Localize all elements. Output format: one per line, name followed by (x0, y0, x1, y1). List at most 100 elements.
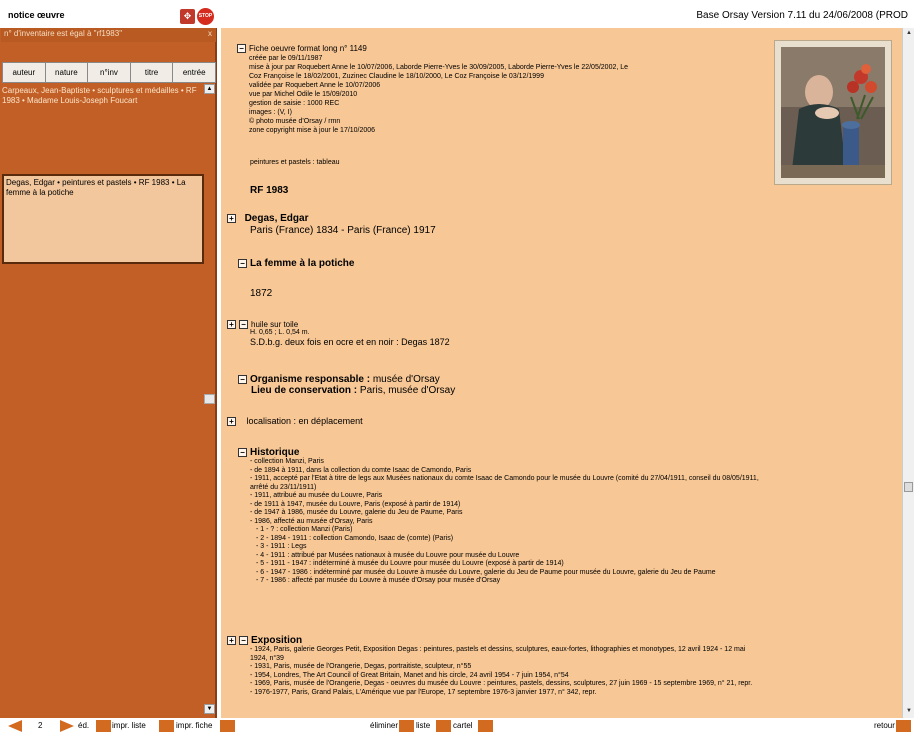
history-subitem: - 6 - 1947 - 1986 : indéterminé par musé… (256, 568, 716, 576)
exhibition-item: - 1924, Paris, galerie Georges Petit, Ex… (250, 646, 746, 653)
window-title: notice œuvre (8, 10, 65, 20)
collapse-icon[interactable]: − (238, 374, 247, 384)
back-square-icon[interactable] (896, 720, 911, 732)
technique-section: + − huile sur toile H. 0,65 ; L. 0,54 m. S… (227, 320, 727, 347)
edit-button[interactable]: éd. (78, 720, 89, 731)
splitter-handle[interactable] (204, 394, 215, 404)
history-item: - de 1894 à 1911, dans la collection du … (250, 466, 472, 474)
expand-icon[interactable]: + (227, 320, 236, 330)
navigation-icon[interactable]: ✥ (180, 9, 195, 24)
title-bar: notice œuvre ✥ STOP Base Orsay Version 7… (0, 0, 914, 28)
scroll-down-icon[interactable]: ▼ (904, 706, 914, 716)
search-sidebar: n° d'inventaire est égal à "rf1983" x au… (0, 28, 217, 718)
label-button[interactable]: cartel (453, 720, 473, 731)
stop-icon[interactable]: STOP (197, 8, 214, 25)
history-subitem: - 3 - 1911 : Legs (256, 543, 307, 550)
dimensions: H. 0,65 ; L. 0,54 m. (250, 329, 310, 337)
list-button[interactable]: liste (416, 720, 430, 731)
meta-line: mise à jour par Roquebert Anne le 10/07/… (249, 64, 629, 71)
print-record-square-icon[interactable] (220, 720, 235, 732)
collapse-icon[interactable]: − (237, 44, 246, 54)
work-date: 1872 (250, 288, 273, 299)
expand-icon[interactable]: + (227, 213, 236, 223)
lieu-label: Lieu de conservation : (251, 385, 358, 396)
search-query-text: n° d'inventaire est égal à "rf1983" (4, 29, 123, 38)
work-title: − La femme à la potiche (238, 258, 354, 269)
bottom-toolbar: 2 éd. impr. liste impr. fiche éliminer l… (0, 718, 914, 733)
result-item[interactable]: Carpeaux, Jean-Baptiste • sculptures et … (0, 84, 216, 174)
artist-section: + Degas, Edgar Paris (France) 1834 - Par… (227, 213, 727, 236)
print-record-button[interactable]: impr. fiche (176, 720, 212, 731)
search-query[interactable]: n° d'inventaire est égal à "rf1983" x (1, 28, 216, 42)
history-item: - 1986, affecté au musée d'Orsay, Paris (250, 517, 373, 525)
collapse-icon[interactable]: − (238, 447, 247, 457)
exhibition-item: - 1976-1977, Paris, Grand Palais, L'Amér… (250, 688, 597, 696)
scroll-up-icon[interactable]: ▲ (904, 28, 914, 38)
edit-square-icon[interactable] (96, 720, 111, 732)
expand-icon[interactable]: + (227, 635, 236, 645)
meta-line: validée par Roquebert Anne le 10/07/2006 (249, 82, 381, 89)
lieu-value: Paris, musée d'Orsay (359, 385, 456, 396)
scroll-up-icon[interactable]: ▲ (204, 84, 215, 94)
sort-tabs: auteur nature n°inv titre entrée (2, 62, 216, 83)
artwork-thumbnail[interactable] (774, 40, 892, 185)
tab-nature[interactable]: nature (44, 62, 89, 83)
scroll-down-icon[interactable]: ▼ (204, 704, 215, 714)
history-item: - collection Manzi, Paris (250, 458, 324, 465)
meta-line: gestion de saisie : 1000 REC (249, 100, 340, 107)
exhibition-item: 1924, n°39 (250, 654, 284, 662)
history-subitem: - 7 - 1986 : affecté par musée du Louvre… (256, 577, 501, 584)
tab-titre[interactable]: titre (129, 62, 174, 83)
main-scrollbar[interactable]: ▲ ▼ (902, 28, 914, 718)
collapse-icon[interactable]: − (238, 258, 247, 268)
version-label: Base Orsay Version 7.11 du 24/06/2008 (P… (696, 10, 908, 21)
history-subitem: - 2 - 1894 - 1911 : collection Camondo, … (256, 534, 454, 542)
expand-icon[interactable]: + (227, 417, 236, 427)
history-item: arrêté du 23/11/1911) (250, 483, 317, 491)
inventory-number: RF 1983 (250, 185, 289, 196)
history-item: - de 1947 à 1986, musée du Louvre, galer… (250, 509, 463, 516)
page-number: 2 (38, 721, 43, 730)
print-list-button[interactable]: impr. liste (112, 720, 146, 731)
back-button[interactable]: retour (874, 720, 895, 731)
history-item: - 1911, accepté par l'Etat à titre de le… (250, 475, 759, 482)
list-square-icon[interactable] (436, 720, 451, 732)
category: peintures et pastels : tableau (250, 159, 340, 166)
exhibition-title: Exposition (251, 635, 303, 646)
history-section: − Historique - collection Manzi, Paris - … (238, 447, 898, 586)
exhibition-item: - 1969, Paris, musée de l'Orangerie, Deg… (250, 680, 753, 687)
location-section: + localisation : en déplacement (227, 416, 363, 427)
collapse-icon[interactable]: − (239, 635, 248, 645)
selected-result[interactable]: Degas, Edgar • peintures et pastels • RF… (2, 174, 204, 264)
exhibition-section: + − Exposition - 1924, Paris, galerie Geor… (227, 635, 897, 697)
close-icon[interactable]: x (208, 28, 212, 40)
print-list-square-icon[interactable] (159, 720, 174, 732)
meta-line: créée par le 09/11/1987 (249, 55, 323, 62)
technique: huile sur toile (251, 320, 299, 329)
record-metadata: − Fiche oeuvre format long n° 1149 créée … (237, 44, 757, 135)
collapse-icon[interactable]: − (239, 320, 248, 330)
work-title-text: La femme à la potiche (250, 258, 355, 269)
artist-dates: Paris (France) 1834 - Paris (France) 191… (250, 225, 436, 236)
location-text: localisation : en déplacement (246, 416, 363, 426)
delete-square-icon[interactable] (399, 720, 414, 732)
scroll-thumb[interactable] (904, 482, 913, 492)
next-arrow-icon[interactable] (60, 720, 74, 732)
artist-name: Degas, Edgar (244, 213, 309, 224)
delete-button[interactable]: éliminer (370, 720, 398, 731)
history-subitem: - 5 - 1911 - 1947 : indéterminé à musée … (256, 560, 564, 567)
meta-line: Coz Françoise le 18/02/2001, Zuzinec Cla… (249, 73, 544, 80)
notice-panel: − Fiche oeuvre format long n° 1149 créée … (221, 28, 902, 718)
history-subitem: - 4 - 1911 : attribué par Musées nationa… (256, 551, 520, 559)
history-item: - de 1911 à 1947, musée du Louvre, Paris… (250, 500, 461, 508)
exhibition-item: - 1954, Londres, The Art Council of Grea… (250, 671, 569, 679)
previous-arrow-icon[interactable] (8, 720, 22, 732)
label-square-icon[interactable] (478, 720, 493, 732)
tab-auteur[interactable]: auteur (2, 62, 46, 83)
tab-entree[interactable]: entrée (172, 62, 216, 83)
history-title: Historique (250, 447, 300, 458)
organisme-label: Organisme responsable : (250, 374, 371, 385)
organisme-value: musée d'Orsay (372, 374, 440, 385)
history-subitem: - 1 - ? : collection Manzi (Paris) (256, 526, 353, 533)
tab-ninv[interactable]: n°inv (87, 62, 131, 83)
